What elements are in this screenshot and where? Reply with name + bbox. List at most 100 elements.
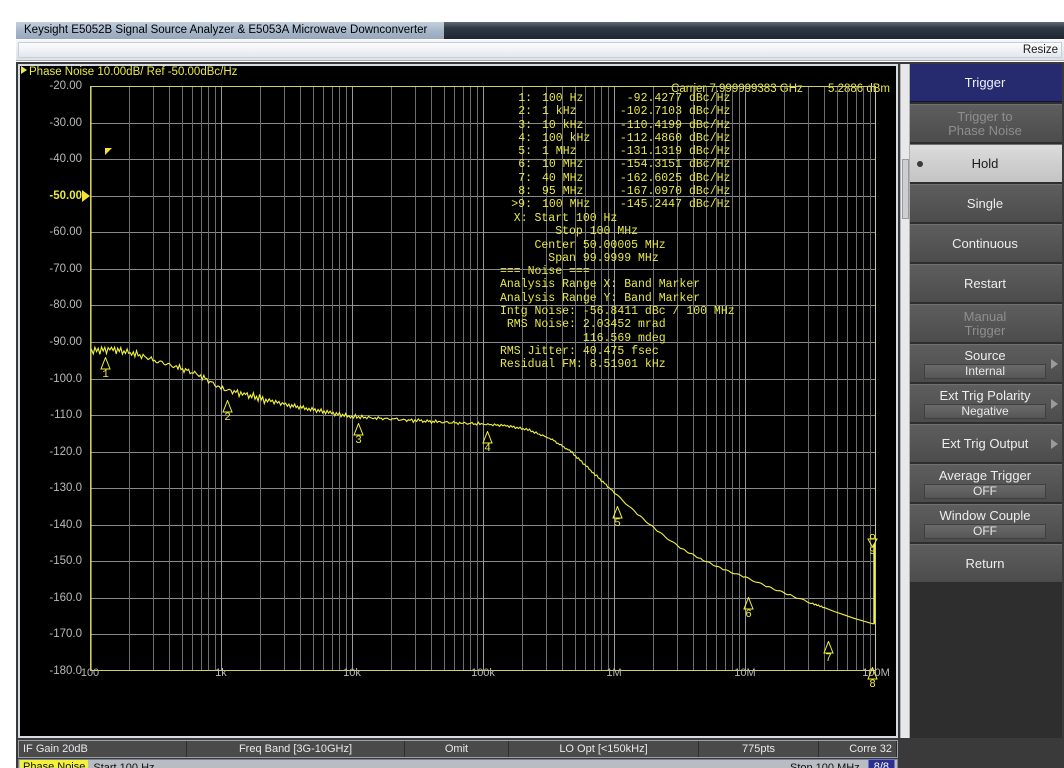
marker-frequency: 1 kHz <box>542 105 577 119</box>
softkey-continuous[interactable]: Continuous <box>908 224 1062 262</box>
y-axis-label: -140.0 <box>49 518 82 531</box>
setting-cell[interactable]: LO Opt [<150kHz] <box>509 741 699 757</box>
softkey-ext-trig-output[interactable]: Ext Trig Output <box>908 424 1062 462</box>
window-title: Keysight E5052B Signal Source Analyzer &… <box>24 24 428 36</box>
setting-label: LO Opt [<150kHz] <box>559 743 648 755</box>
softkey-label-line2: Phase Noise <box>948 122 1022 138</box>
x-axis-label: 10M <box>734 667 756 679</box>
softkey-source[interactable]: Source Internal <box>908 344 1062 382</box>
softkey-average-trigger[interactable]: Average Trigger OFF <box>908 464 1062 502</box>
setting-cell[interactable]: 775pts <box>699 741 819 757</box>
instrument-screen: Phase Noise 10.00dB/ Ref -50.00dBc/Hz Ca… <box>16 61 1064 768</box>
marker-unit: dBc/Hz <box>689 131 731 145</box>
softkey-value[interactable]: OFF <box>924 483 1046 499</box>
softkey-label: Single <box>966 195 1004 211</box>
marker-row[interactable]: 7: 40 MHz -162.6025 dBc/Hz <box>500 172 730 185</box>
softkey-return[interactable]: Return <box>908 544 1062 582</box>
info-line: === Noise === <box>500 265 590 279</box>
marker-value: -162.6025 <box>619 171 682 185</box>
marker-value: -110.4199 <box>619 118 682 132</box>
softkey-label: Hold <box>971 155 999 171</box>
y-axis-label: -180.0 <box>49 665 82 677</box>
marker-value: -131.1319 <box>619 145 682 159</box>
marker-row[interactable]: 3: 10 kHz -110.4199 dBc/Hz <box>500 119 730 132</box>
marker-unit: dBc/Hz <box>689 158 731 172</box>
y-axis: -20.00 -30.00 -40.00 -50.00 -60.00 -70.00 -80.… <box>20 80 90 677</box>
x-axis-label: 10k <box>343 667 361 679</box>
marker-row[interactable]: 5: 1 MHz -131.1319 dBc/Hz <box>500 145 730 158</box>
resize-button[interactable]: Resize <box>1023 44 1058 56</box>
marker-flag[interactable]: 4 <box>482 430 493 455</box>
marker-frequency: 10 MHz <box>542 158 584 172</box>
softkey-label: Continuous <box>952 235 1018 251</box>
setting-cell[interactable]: IF Gain 20dB <box>19 741 187 757</box>
plot-area[interactable] <box>90 86 876 671</box>
marker-unit: dBc/Hz <box>689 185 731 199</box>
softkey-ext-trig-polarity[interactable]: Ext Trig Polarity Negative <box>908 384 1062 422</box>
marker-flag[interactable]: 1 <box>100 356 111 381</box>
sweep-stop-label[interactable]: Stop 100 MHz <box>790 762 860 768</box>
marker-value: -167.0970 <box>619 185 682 199</box>
y-axis-label: -170.0 <box>49 628 82 641</box>
window-title-bar: Keysight E5052B Signal Source Analyzer &… <box>16 22 1064 39</box>
softkey-single[interactable]: Single <box>908 184 1062 222</box>
marker-flag[interactable]: 7 <box>823 640 834 665</box>
softkey-window-couple[interactable]: Window Couple OFF <box>908 504 1062 542</box>
toolbar-inner <box>18 42 1062 58</box>
softkey-label: Ext Trig Polarity <box>939 387 1031 403</box>
marker-row[interactable]: 6: 10 MHz -154.3151 dBc/Hz <box>500 158 730 171</box>
softkey-restart[interactable]: Restart <box>908 264 1062 302</box>
softkey-value[interactable]: Internal <box>924 363 1046 379</box>
softkey-scrollbar[interactable] <box>900 64 910 738</box>
marker-flag-label: 7 <box>825 653 832 665</box>
marker-row[interactable]: 4: 100 kHz -112.4860 dBc/Hz <box>500 132 730 145</box>
setting-cell[interactable]: Freq Band [3G-10GHz] <box>187 741 405 757</box>
marker-readout-table: 1: 100 Hz -92.4277 dBc/Hz 2: 1 kHz -102.7103 dB… <box>500 92 730 212</box>
info-line: Analysis Range Y: Band Marker <box>500 291 701 305</box>
softkey-trigger-to: Trigger to Phase Noise <box>908 104 1062 142</box>
setting-cell[interactable]: Omit <box>405 741 509 757</box>
marker-flag[interactable]: 5 <box>612 505 623 530</box>
channel-badge[interactable]: Phase Noise <box>20 760 89 768</box>
marker-flag[interactable]: 8 <box>867 666 878 691</box>
setting-label: Freq Band [3G-10GHz] <box>238 743 353 755</box>
marker-unit: dBc/Hz <box>689 92 731 105</box>
reference-level-marker-icon <box>82 189 90 202</box>
marker-index: 6: <box>518 158 532 172</box>
softkey-manual: Manual Trigger <box>908 304 1062 342</box>
setting-label: IF Gain 20dB <box>23 743 88 755</box>
softkey-label: Trigger to <box>957 108 1013 124</box>
y-axis-label: -100.0 <box>49 372 82 385</box>
marker-row[interactable]: 1: 100 Hz -92.4277 dBc/Hz <box>500 92 730 105</box>
x-axis-label: 1M <box>606 667 622 679</box>
info-line: 116.569 mdeg <box>500 331 666 345</box>
sweep-count-badge: 8/8 <box>867 759 895 768</box>
marker-flag-label: 1 <box>102 369 109 381</box>
marker-unit: dBc/Hz <box>689 171 731 185</box>
sweep-start-label[interactable]: Start 100 Hz <box>93 762 154 768</box>
info-line: Center 50.00005 MHz <box>500 238 666 252</box>
marker-flag-label: 3 <box>355 435 362 447</box>
marker-flag[interactable]: 6 <box>743 596 754 621</box>
chevron-right-icon <box>1051 398 1058 409</box>
marker-row[interactable]: >9: 100 MHz -145.2447 dBc/Hz <box>500 198 730 211</box>
setting-cell[interactable]: Corre 32 <box>819 741 897 757</box>
softkey-hold[interactable]: Hold <box>908 144 1062 182</box>
toolbar-strip: Resize <box>16 39 1064 61</box>
marker-row[interactable]: 8: 95 MHz -167.0970 dBc/Hz <box>500 185 730 198</box>
marker-flag[interactable]: 2 <box>222 399 233 424</box>
marker-frequency: 40 MHz <box>542 171 584 185</box>
softkey-value[interactable]: OFF <box>924 523 1046 539</box>
title-bar-dark-region <box>444 22 1064 39</box>
marker-row[interactable]: 2: 1 kHz -102.7103 dBc/Hz <box>500 105 730 118</box>
measurement-settings-bar: IF Gain 20dB Freq Band [3G-10GHz] Omit LO O… <box>18 740 898 758</box>
softkey-label: Restart <box>964 275 1006 291</box>
scrollbar-thumb[interactable] <box>902 159 909 219</box>
marker-flag[interactable]: 3 <box>353 422 364 447</box>
measurement-window[interactable]: Phase Noise 10.00dB/ Ref -50.00dBc/Hz Ca… <box>18 64 898 738</box>
app-root: Keysight E5052B Signal Source Analyzer &… <box>0 0 1064 768</box>
marker-flag[interactable]: 9 <box>867 533 878 558</box>
plot-frame <box>90 86 876 671</box>
softkey-value[interactable]: Negative <box>924 403 1046 419</box>
trace-header[interactable]: Phase Noise 10.00dB/ Ref -50.00dBc/Hz <box>20 66 896 81</box>
